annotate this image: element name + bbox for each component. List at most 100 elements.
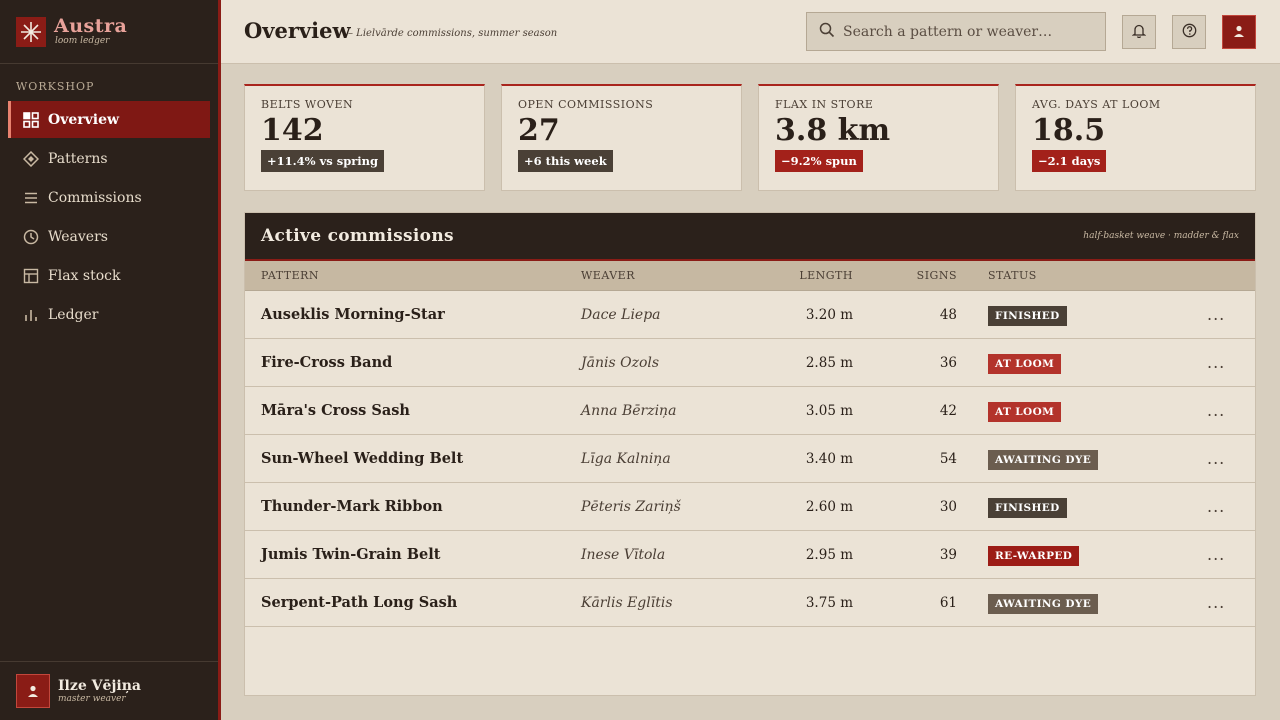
help-icon — [1182, 23, 1197, 42]
table-row[interactable]: Sun-Wheel Wedding Belt Līga Kalniņa 3.40 m… — [245, 435, 1255, 483]
cell-length: 3.40 m — [805, 450, 853, 467]
more-dots-icon: ... — [1207, 401, 1226, 420]
sidebar-item-ledger[interactable]: Ledger — [8, 296, 210, 333]
search-box[interactable] — [806, 12, 1106, 51]
sidebar-nav: Overview Patterns Commissions Weavers Fl… — [0, 101, 218, 333]
cell-length: 2.85 m — [805, 354, 853, 371]
user-name: Ilze Vējiņa — [58, 677, 142, 694]
sidebar-item-label: Flax stock — [48, 267, 121, 284]
table-row[interactable]: Thunder-Mark Ribbon Pēteris Zariņš 2.60 m 3… — [245, 483, 1255, 531]
sidebar-item-flax-stock[interactable]: Flax stock — [8, 257, 210, 294]
row-more-button[interactable]: ... — [1207, 593, 1225, 612]
column-header-length[interactable]: LENGTH — [799, 269, 853, 282]
cell-length: 3.75 m — [805, 594, 853, 611]
table-icon — [22, 267, 40, 285]
more-dots-icon: ... — [1207, 497, 1226, 516]
more-dots-icon: ... — [1207, 305, 1226, 324]
bell-icon — [1131, 23, 1147, 42]
cell-signs: 48 — [939, 306, 957, 323]
stat-card-belts-woven: BELTS WOVEN 142 +11.4% vs spring — [244, 84, 485, 191]
stat-label: AVG. DAYS AT LOOM — [1032, 98, 1161, 111]
table-row[interactable]: Auseklis Morning-Star Dace Liepa 3.20 m 48 F… — [245, 291, 1255, 339]
table-row[interactable]: Jumis Twin-Grain Belt Inese Vītola 2.95 m 3… — [245, 531, 1255, 579]
page-title: Overview — [244, 18, 351, 43]
cell-pattern: Fire-Cross Band — [261, 354, 393, 371]
status-badge: AWAITING DYE — [988, 593, 1099, 614]
cell-signs: 54 — [939, 450, 957, 467]
stat-value: 18.5 — [1032, 113, 1106, 148]
row-more-button[interactable]: ... — [1207, 545, 1225, 564]
sidebar-item-commissions[interactable]: Commissions — [8, 179, 210, 216]
sidebar-item-label: Commissions — [48, 189, 142, 206]
stat-trend-badge: −9.2% spun — [775, 150, 863, 172]
row-more-button[interactable]: ... — [1207, 401, 1225, 420]
stat-label: OPEN COMMISSIONS — [518, 98, 654, 111]
brand[interactable]: Austra loom ledger — [0, 0, 218, 64]
search-input[interactable] — [843, 23, 1093, 40]
sidebar-item-weavers[interactable]: Weavers — [8, 218, 210, 255]
stat-label: FLAX IN STORE — [775, 98, 874, 111]
column-header-status[interactable]: STATUS — [988, 269, 1037, 282]
cell-pattern: Jumis Twin-Grain Belt — [261, 546, 441, 563]
brand-name: Austra — [54, 15, 128, 37]
current-user[interactable]: Ilze Vējiņa master weaver — [0, 661, 218, 720]
cell-signs: 61 — [939, 594, 957, 611]
sidebar: Austra loom ledger WORKSHOP Overview Pat… — [0, 0, 218, 720]
sidebar-item-label: Patterns — [48, 150, 108, 167]
cell-pattern: Serpent-Path Long Sash — [261, 594, 458, 611]
cell-pattern: Sun-Wheel Wedding Belt — [261, 450, 464, 467]
row-more-button[interactable]: ... — [1207, 449, 1225, 468]
column-header-signs[interactable]: SIGNS — [917, 269, 957, 282]
cell-weaver: Pēteris Zariņš — [581, 498, 681, 515]
table-header-bar: Active commissions half-basket weave · m… — [245, 213, 1255, 261]
profile-button[interactable] — [1222, 15, 1256, 49]
notifications-button[interactable] — [1122, 15, 1156, 49]
row-more-button[interactable]: ... — [1207, 353, 1225, 372]
sidebar-item-patterns[interactable]: Patterns — [8, 140, 210, 177]
cell-pattern: Māra's Cross Sash — [261, 402, 410, 419]
cell-status: AT LOOM — [988, 400, 1062, 422]
stat-value: 27 — [518, 113, 560, 148]
clock-icon — [22, 228, 40, 246]
sidebar-item-label: Ledger — [48, 306, 99, 323]
cell-weaver: Anna Bērziņa — [581, 402, 677, 419]
cell-length: 3.05 m — [805, 402, 853, 419]
cell-status: FINISHED — [988, 496, 1067, 518]
cell-weaver: Jānis Ozols — [581, 354, 660, 371]
commissions-table: Active commissions half-basket weave · m… — [244, 212, 1256, 696]
bar-chart-icon — [22, 306, 40, 324]
cell-weaver: Dace Liepa — [581, 306, 661, 323]
user-role: master weaver — [58, 693, 126, 704]
cell-signs: 39 — [939, 546, 957, 563]
more-dots-icon: ... — [1207, 449, 1226, 468]
cell-signs: 42 — [939, 402, 957, 419]
status-badge: AT LOOM — [988, 401, 1062, 422]
cell-weaver: Kārlis Eglītis — [581, 594, 673, 611]
help-button[interactable] — [1172, 15, 1206, 49]
stat-value: 142 — [261, 113, 324, 148]
table-column-headers: PATTERN WEAVER LENGTH SIGNS STATUS — [245, 261, 1255, 291]
table-row[interactable]: Serpent-Path Long Sash Kārlis Eglītis 3.75… — [245, 579, 1255, 627]
brand-subtitle: loom ledger — [55, 36, 110, 46]
cell-status: AT LOOM — [988, 352, 1062, 374]
sidebar-divider — [218, 0, 221, 720]
table-row[interactable]: Māra's Cross Sash Anna Bērziņa 3.05 m 42 AT … — [245, 387, 1255, 435]
row-more-button[interactable]: ... — [1207, 497, 1225, 516]
cell-status: AWAITING DYE — [988, 592, 1099, 614]
search-icon — [819, 22, 835, 42]
sun-star-logo-icon — [16, 16, 46, 47]
stat-card-flax-in-store: FLAX IN STORE 3.8 km −9.2% spun — [758, 84, 999, 191]
sidebar-item-overview[interactable]: Overview — [8, 101, 210, 138]
more-dots-icon: ... — [1207, 545, 1226, 564]
table-row[interactable]: Fire-Cross Band Jānis Ozols 2.85 m 36 AT LOO… — [245, 339, 1255, 387]
table-body: Auseklis Morning-Star Dace Liepa 3.20 m 48 F… — [245, 291, 1255, 627]
cell-weaver: Līga Kalniņa — [581, 450, 671, 467]
column-header-weaver[interactable]: WEAVER — [581, 269, 635, 282]
sidebar-item-label: Overview — [48, 111, 120, 128]
list-icon — [22, 189, 40, 207]
row-more-button[interactable]: ... — [1207, 305, 1225, 324]
table-title: Active commissions — [261, 226, 454, 246]
column-header-pattern[interactable]: PATTERN — [261, 269, 319, 282]
avatar — [16, 674, 50, 708]
cell-signs: 30 — [939, 498, 957, 515]
